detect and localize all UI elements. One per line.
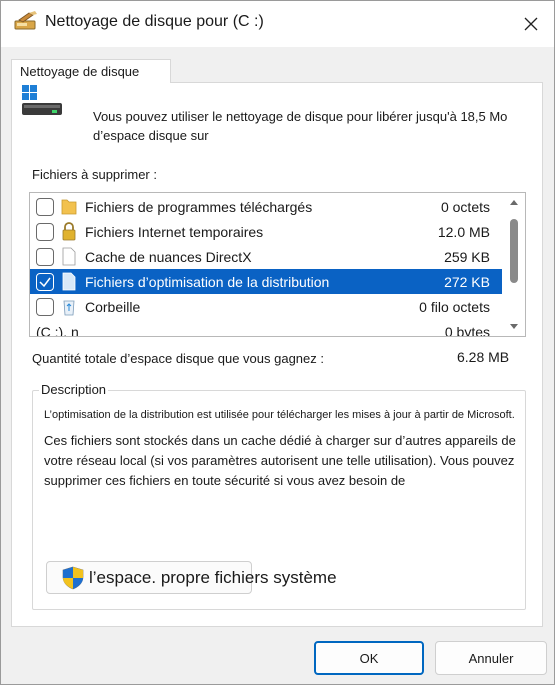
- file-name: Corbeille: [85, 299, 141, 315]
- description-summary: L’optimisation de la distribution est ut…: [44, 409, 515, 421]
- description-body: Ces fichiers sont stockés dans un cache …: [44, 433, 516, 488]
- scroll-down-icon[interactable]: [509, 323, 519, 331]
- file-name: Cache de nuances DirectX: [85, 249, 252, 265]
- list-item[interactable]: Cache de nuances DirectX 259 KB: [30, 244, 502, 269]
- cancel-button[interactable]: Annuler: [435, 641, 547, 675]
- total-space-label: Quantité totale d’espace disque que vous…: [32, 351, 324, 366]
- hard-drive-icon: [22, 85, 62, 115]
- disk-cleanup-icon: [14, 11, 37, 30]
- files-to-delete-label: Fichiers à supprimer :: [32, 167, 157, 182]
- file-size: 259 KB: [444, 249, 490, 265]
- list-item[interactable]: Fichiers de programmes téléchargés 0 oct…: [30, 194, 502, 219]
- file-size: 0 bytes: [444, 324, 490, 337]
- file-size: 0 filo octets: [419, 299, 490, 315]
- title-bar: Nettoyage de disque pour (C :): [1, 1, 554, 47]
- files-listbox[interactable]: Fichiers de programmes téléchargés 0 oct…: [29, 192, 526, 337]
- file-name: Fichiers de programmes téléchargés: [85, 199, 313, 215]
- file-name: (C :). n: [36, 324, 79, 337]
- window-title: Nettoyage de disque pour (C :): [45, 13, 264, 30]
- file-name: Fichiers Internet temporaires: [85, 224, 264, 240]
- lock-icon: [62, 222, 76, 241]
- checkbox-checked[interactable]: [36, 273, 54, 291]
- checkbox[interactable]: [36, 198, 54, 216]
- checkbox[interactable]: [36, 223, 54, 241]
- file-icon: [62, 272, 76, 291]
- list-item[interactable]: Fichiers Internet temporaires 12.0 MB: [30, 219, 502, 244]
- file-size: 0 octets: [440, 199, 490, 215]
- folder-icon: [61, 199, 77, 215]
- scroll-up-icon[interactable]: [509, 198, 519, 206]
- file-size: 272 KB: [444, 274, 490, 290]
- clean-system-files-label: l’espace. propre fichiers système: [89, 568, 337, 587]
- checkmark-icon: [39, 277, 51, 288]
- uac-shield-icon: [62, 566, 84, 590]
- file-icon: [62, 247, 76, 266]
- close-button[interactable]: [508, 1, 554, 47]
- recycle-bin-icon: [63, 300, 75, 316]
- tab-disk-cleanup[interactable]: Nettoyage de disque: [11, 59, 171, 83]
- vertical-scrollbar[interactable]: [503, 193, 525, 336]
- file-size: 12.0 MB: [437, 224, 490, 240]
- close-icon: [524, 17, 538, 31]
- checkbox[interactable]: [36, 248, 54, 266]
- intro-text: Vous pouvez utiliser le nettoyage de dis…: [93, 109, 508, 143]
- file-name: Fichiers d’optimisation de la distributi…: [85, 274, 330, 290]
- list-item[interactable]: (C :). n 0 bytes: [30, 319, 502, 337]
- list-item-selected[interactable]: Fichiers d’optimisation de la distributi…: [30, 269, 502, 294]
- description-legend: Description: [39, 382, 109, 397]
- clean-system-files-button[interactable]: l’espace. propre fichiers système: [46, 561, 337, 594]
- scroll-thumb[interactable]: [510, 219, 518, 283]
- ok-button[interactable]: OK: [314, 641, 424, 675]
- list-item[interactable]: Corbeille 0 filo octets: [30, 294, 502, 319]
- total-space-value: 6.28 MB: [457, 349, 510, 365]
- checkbox[interactable]: [36, 298, 54, 316]
- disk-cleanup-window: Nettoyage de disque pour (C :) Nettoyage…: [0, 0, 555, 685]
